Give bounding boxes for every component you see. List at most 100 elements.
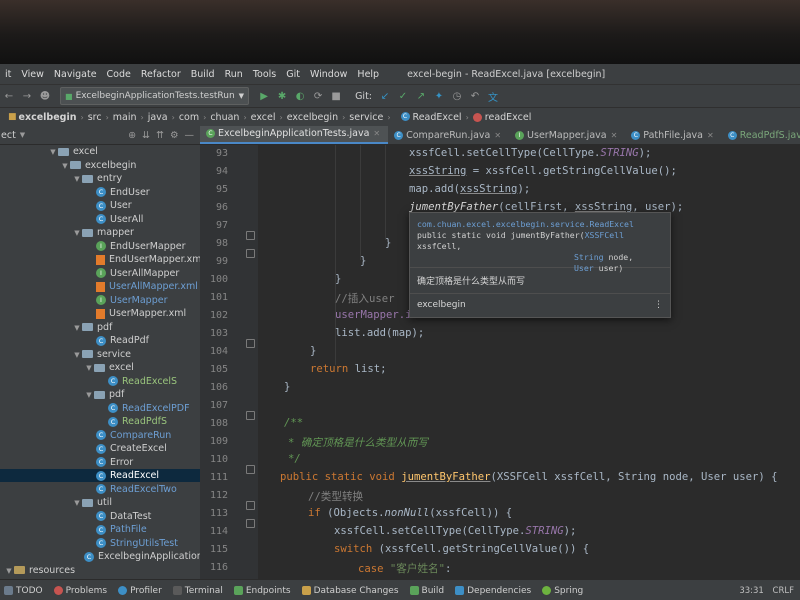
breadcrumb-item[interactable]: service (349, 112, 383, 123)
tree-xml-usermapper[interactable]: UserMapper.xml (0, 307, 200, 320)
fold-marker-icon[interactable] (246, 465, 255, 474)
tool-database-changes[interactable]: Database Changes (301, 586, 399, 596)
tree-folder-resources[interactable]: ▼ resources (0, 564, 200, 577)
tree-class-pathfile[interactable]: C PathFile (0, 523, 200, 536)
run-icon[interactable]: ▶ (257, 91, 271, 102)
tree-folder-pdf[interactable]: ▼ pdf (0, 321, 200, 334)
menu-tools[interactable]: Tools (248, 69, 281, 80)
breadcrumb-item[interactable]: ReadExcel (413, 112, 462, 123)
tree-folder-service-excel[interactable]: ▼ excel (0, 361, 200, 374)
menu-help[interactable]: Help (352, 69, 384, 80)
menu-code[interactable]: Code (102, 69, 136, 80)
tab-excelbeginapplicationtests[interactable]: C ExcelbeginApplicationTests.java ✕ (200, 126, 389, 144)
tab-readpdfs[interactable]: CReadPdfS.java (722, 128, 800, 144)
tool-problems[interactable]: Problems (53, 586, 107, 596)
menu-edit[interactable]: it (0, 69, 16, 80)
breadcrumb-item[interactable]: chuan (210, 112, 239, 123)
git-branch-icon[interactable]: ✦ (432, 91, 446, 102)
breadcrumb-item[interactable]: src (88, 112, 102, 123)
line-separator[interactable]: CRLF (773, 586, 794, 596)
tree-class-readpdfs[interactable]: C ReadPdfS (0, 415, 200, 428)
tree-class-readpdf[interactable]: C ReadPdf (0, 334, 200, 347)
tree-folder-service-pdf[interactable]: ▼ pdf (0, 388, 200, 401)
fold-marker-icon[interactable] (246, 501, 255, 510)
tree-folder-excelbegin[interactable]: ▼ excelbegin (0, 159, 200, 172)
tree-class-readexceltwo[interactable]: C ReadExcelTwo (0, 483, 200, 496)
run-config-select[interactable]: ■ ExcelbeginApplicationTests.testRun ▼ (60, 87, 250, 105)
code-editor[interactable]: xssfCell.setCellType(CellType.STRING); x… (258, 145, 800, 579)
tree-class-error[interactable]: C Error (0, 456, 200, 469)
tree-class-stringutilstest[interactable]: C StringUtilsTest (0, 537, 200, 550)
fold-marker-icon[interactable] (246, 519, 255, 528)
menu-view[interactable]: View (16, 69, 49, 80)
tree-class-userall[interactable]: C UserAll (0, 213, 200, 226)
tree-folder-entry[interactable]: ▼ entry (0, 172, 200, 185)
tree-interface-usermapper[interactable]: I UserMapper (0, 294, 200, 307)
breadcrumb-item[interactable]: excelbegin (287, 112, 338, 123)
quick-documentation-popup[interactable]: com.chuan.excel.excelbegin.service.ReadE… (409, 212, 671, 318)
stop-icon[interactable]: ■ (329, 91, 343, 102)
tree-xml-userallmapper[interactable]: UserAllMapper.xml (0, 280, 200, 293)
tree-class-enduser[interactable]: C EndUser (0, 186, 200, 199)
git-update-icon[interactable]: ↙ (378, 91, 392, 102)
fold-marker-icon[interactable] (246, 249, 255, 258)
minimize-icon[interactable]: — (185, 130, 195, 141)
user-icon[interactable]: ☻ (38, 91, 52, 102)
tree-class-readexcelpdf[interactable]: C ReadExcelPDF (0, 402, 200, 415)
breadcrumb-item[interactable]: excel (251, 112, 276, 123)
breadcrumb-item[interactable]: readExcel (485, 112, 532, 123)
expand-all-icon[interactable]: ⇈ (156, 130, 164, 141)
tool-endpoints[interactable]: Endpoints (233, 586, 291, 596)
tree-folder-service[interactable]: ▼ service (0, 348, 200, 361)
more-options-icon[interactable]: ⋮ (654, 300, 663, 310)
tree-folder-mapper[interactable]: ▼ mapper (0, 226, 200, 239)
tree-class-readexcels[interactable]: C ReadExcelS (0, 375, 200, 388)
profile-icon[interactable]: ⟳ (311, 91, 325, 102)
tree-folder-util[interactable]: ▼ util (0, 496, 200, 509)
tree-class-datatest[interactable]: C DataTest (0, 510, 200, 523)
tree-class-user[interactable]: C User (0, 199, 200, 212)
history-icon[interactable]: ◷ (450, 91, 464, 102)
locate-icon[interactable]: ⊕ (128, 130, 136, 141)
tool-profiler[interactable]: Profiler (118, 586, 162, 596)
fold-marker-icon[interactable] (246, 231, 255, 240)
menu-navigate[interactable]: Navigate (49, 69, 102, 80)
tree-class-readexcel[interactable]: C ReadExcel (0, 469, 200, 482)
project-panel-title[interactable]: ect (1, 130, 16, 141)
close-icon[interactable]: ✕ (494, 131, 501, 140)
tab-usermapper[interactable]: I UserMapper.java ✕ (509, 128, 625, 144)
tree-class-createexcel[interactable]: C CreateExcel (0, 442, 200, 455)
coverage-icon[interactable]: ◐ (293, 91, 307, 102)
caret-position[interactable]: 33:31 (739, 586, 764, 596)
forward-arrow-icon[interactable]: → (20, 91, 34, 102)
tree-xml-endusermapper[interactable]: EndUserMapper.xml (0, 253, 200, 266)
breadcrumb-item[interactable]: com (179, 112, 199, 123)
breadcrumb-item[interactable]: main (113, 112, 137, 123)
menu-run[interactable]: Run (220, 69, 248, 80)
menu-git[interactable]: Git (281, 69, 305, 80)
translate-icon[interactable]: 文 (486, 89, 500, 104)
tool-build[interactable]: Build (409, 586, 444, 596)
menu-refactor[interactable]: Refactor (136, 69, 186, 80)
tab-comparerun[interactable]: C CompareRun.java ✕ (388, 128, 509, 144)
close-icon[interactable]: ✕ (611, 131, 618, 140)
tree-class-comparerun[interactable]: C CompareRun (0, 429, 200, 442)
rollback-icon[interactable]: ↶ (468, 91, 482, 102)
debug-icon[interactable]: ✱ (275, 91, 289, 102)
tree-interface-endusermapper[interactable]: I EndUserMapper (0, 240, 200, 253)
collapse-all-icon[interactable]: ⇊ (142, 130, 150, 141)
fold-marker-icon[interactable] (246, 339, 255, 348)
tab-pathfile[interactable]: C PathFile.java ✕ (625, 128, 721, 144)
tree-class-excelbeginapplication[interactable]: C ExcelbeginApplication (0, 550, 200, 563)
gear-icon[interactable]: ⚙ (170, 130, 179, 141)
git-push-icon[interactable]: ↗ (414, 91, 428, 102)
breadcrumb-item[interactable]: java (148, 112, 168, 123)
tree-folder-excel[interactable]: ▼ excel (0, 145, 200, 158)
fold-marker-icon[interactable] (246, 411, 255, 420)
tool-todo[interactable]: TODO (4, 586, 43, 596)
git-commit-icon[interactable]: ✓ (396, 91, 410, 102)
tool-dependencies[interactable]: Dependencies (455, 586, 531, 596)
popup-package[interactable]: com.chuan.excel.excelbegin.service.ReadE… (417, 219, 663, 230)
tool-terminal[interactable]: Terminal (172, 586, 223, 596)
close-icon[interactable]: ✕ (707, 131, 714, 140)
